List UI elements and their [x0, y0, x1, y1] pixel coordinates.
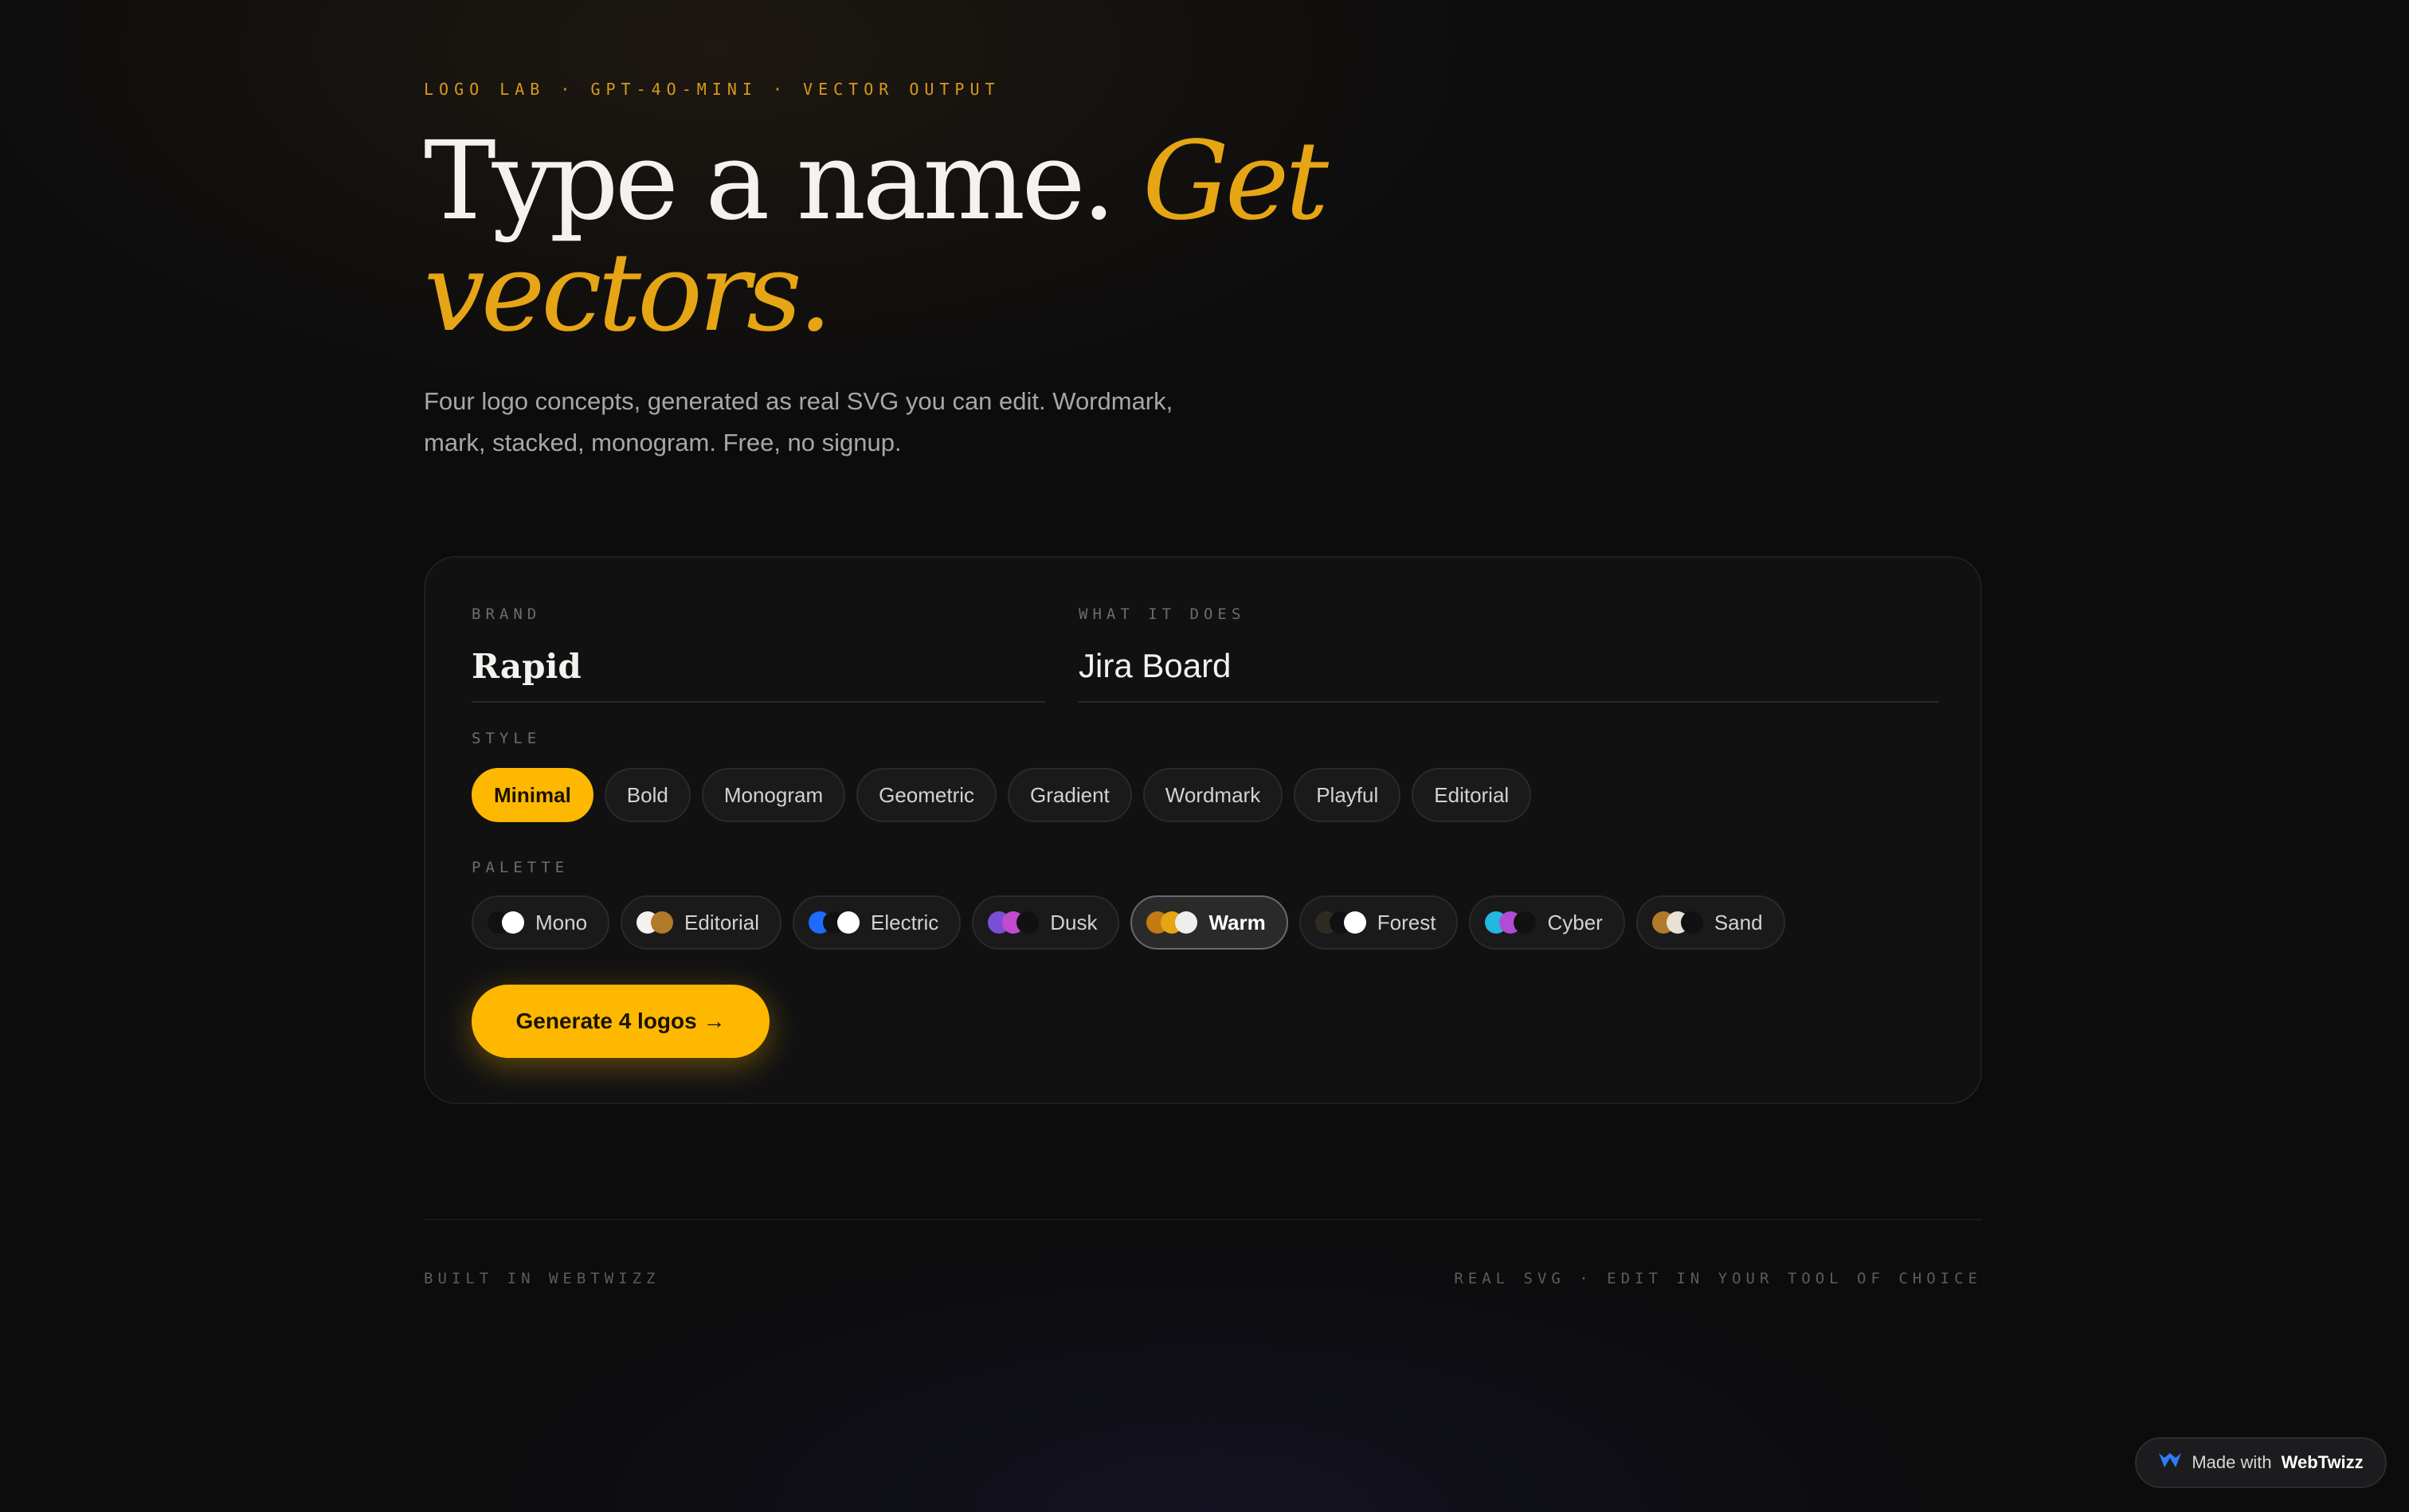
generator-card: BRAND WHAT IT DOES STYLE MinimalBoldMono… — [424, 556, 1982, 1104]
style-chip-editorial[interactable]: Editorial — [1412, 768, 1532, 822]
style-chip-gradient[interactable]: Gradient — [1008, 768, 1132, 822]
what-it-does-input[interactable] — [1079, 631, 1939, 703]
palette-swatch — [988, 911, 1040, 934]
generate-button[interactable]: Generate 4 logos → — [472, 985, 770, 1058]
palette-chip-label: Sand — [1714, 910, 1763, 934]
palette-chip-forest[interactable]: Forest — [1299, 895, 1459, 950]
headline-line1: Type a name. — [424, 119, 1116, 245]
palette-swatch — [808, 911, 860, 934]
palette-chip-sand[interactable]: Sand — [1635, 895, 1785, 950]
swatch-dot — [836, 911, 860, 934]
swatch-dot — [651, 911, 674, 934]
style-chip-bold[interactable]: Bold — [604, 768, 691, 822]
badge-brand: WebTwizz — [2281, 1452, 2364, 1472]
palette-swatch — [1485, 911, 1537, 934]
footer-right-text: REAL SVG · EDIT IN YOUR TOOL OF CHOICE — [1454, 1270, 1982, 1287]
style-chip-group: Minimal Bold Monogram Geometric Gradient Word… — [472, 768, 1532, 822]
palette-chip-label: Mono — [535, 910, 588, 934]
palette-swatch — [488, 911, 524, 934]
swatch-dot — [1016, 911, 1040, 934]
swatch-dot — [1175, 911, 1198, 934]
page-title: Type a name. Get vectors. — [424, 126, 1380, 349]
headline-accent-2: vectors. — [424, 230, 832, 356]
palette-swatch — [1651, 911, 1703, 934]
palette-chip-label: Electric — [870, 910, 939, 934]
style-label: STYLE — [472, 730, 542, 747]
palette-chip-cyber[interactable]: Cyber — [1469, 895, 1625, 950]
style-chip-playful[interactable]: Playful — [1294, 768, 1401, 822]
style-chip-monogram[interactable]: Monogram — [701, 768, 846, 822]
palette-chip-label: Warm — [1208, 910, 1266, 934]
swatch-dot — [1343, 911, 1366, 934]
lead-text: Four logo concepts, generated as real SV… — [424, 387, 1173, 456]
brand-label: BRAND — [472, 605, 542, 623]
what-it-does-label: WHAT IT DOES — [1079, 605, 1246, 623]
headline-accent-1: Get — [1142, 119, 1329, 245]
palette-swatch — [1146, 911, 1198, 934]
swatch-dot — [1680, 911, 1703, 934]
palette-label: PALETTE — [472, 859, 570, 876]
badge-prefix: Made with — [2192, 1452, 2272, 1472]
style-chip-minimal[interactable]: Minimal — [472, 768, 593, 822]
palette-chip-mono[interactable]: Mono — [472, 895, 610, 950]
webtwizz-logo-icon — [2158, 1451, 2182, 1474]
style-chip-wordmark[interactable]: Wordmark — [1142, 768, 1283, 822]
palette-chip-editorial[interactable]: Editorial — [621, 895, 781, 950]
palette-chip-dusk[interactable]: Dusk — [972, 895, 1120, 950]
style-chip-geometric[interactable]: Geometric — [856, 768, 997, 822]
footer-left-text: BUILT IN WEBTWIZZ — [424, 1270, 660, 1287]
swatch-dot — [1514, 911, 1537, 934]
eyebrow: LOGO LAB · GPT-4O-MINI · VECTOR OUTPUT — [424, 80, 1001, 99]
palette-swatch — [637, 911, 674, 934]
swatch-dot — [502, 911, 524, 934]
palette-chip-electric[interactable]: Electric — [792, 895, 962, 950]
made-with-badge[interactable]: Made with WebTwizz — [2135, 1437, 2387, 1488]
palette-swatch — [1314, 911, 1366, 934]
palette-chip-label: Cyber — [1547, 910, 1603, 934]
palette-chip-label: Forest — [1377, 910, 1436, 934]
brand-input[interactable] — [472, 631, 1045, 703]
palette-chip-group: Mono Editorial Electric Dusk Warm Forest Cyber… — [472, 895, 1785, 950]
palette-chip-label: Dusk — [1050, 910, 1098, 934]
footer-divider — [424, 1219, 1982, 1220]
palette-chip-label: Editorial — [684, 910, 759, 934]
palette-chip-warm[interactable]: Warm — [1130, 895, 1288, 950]
